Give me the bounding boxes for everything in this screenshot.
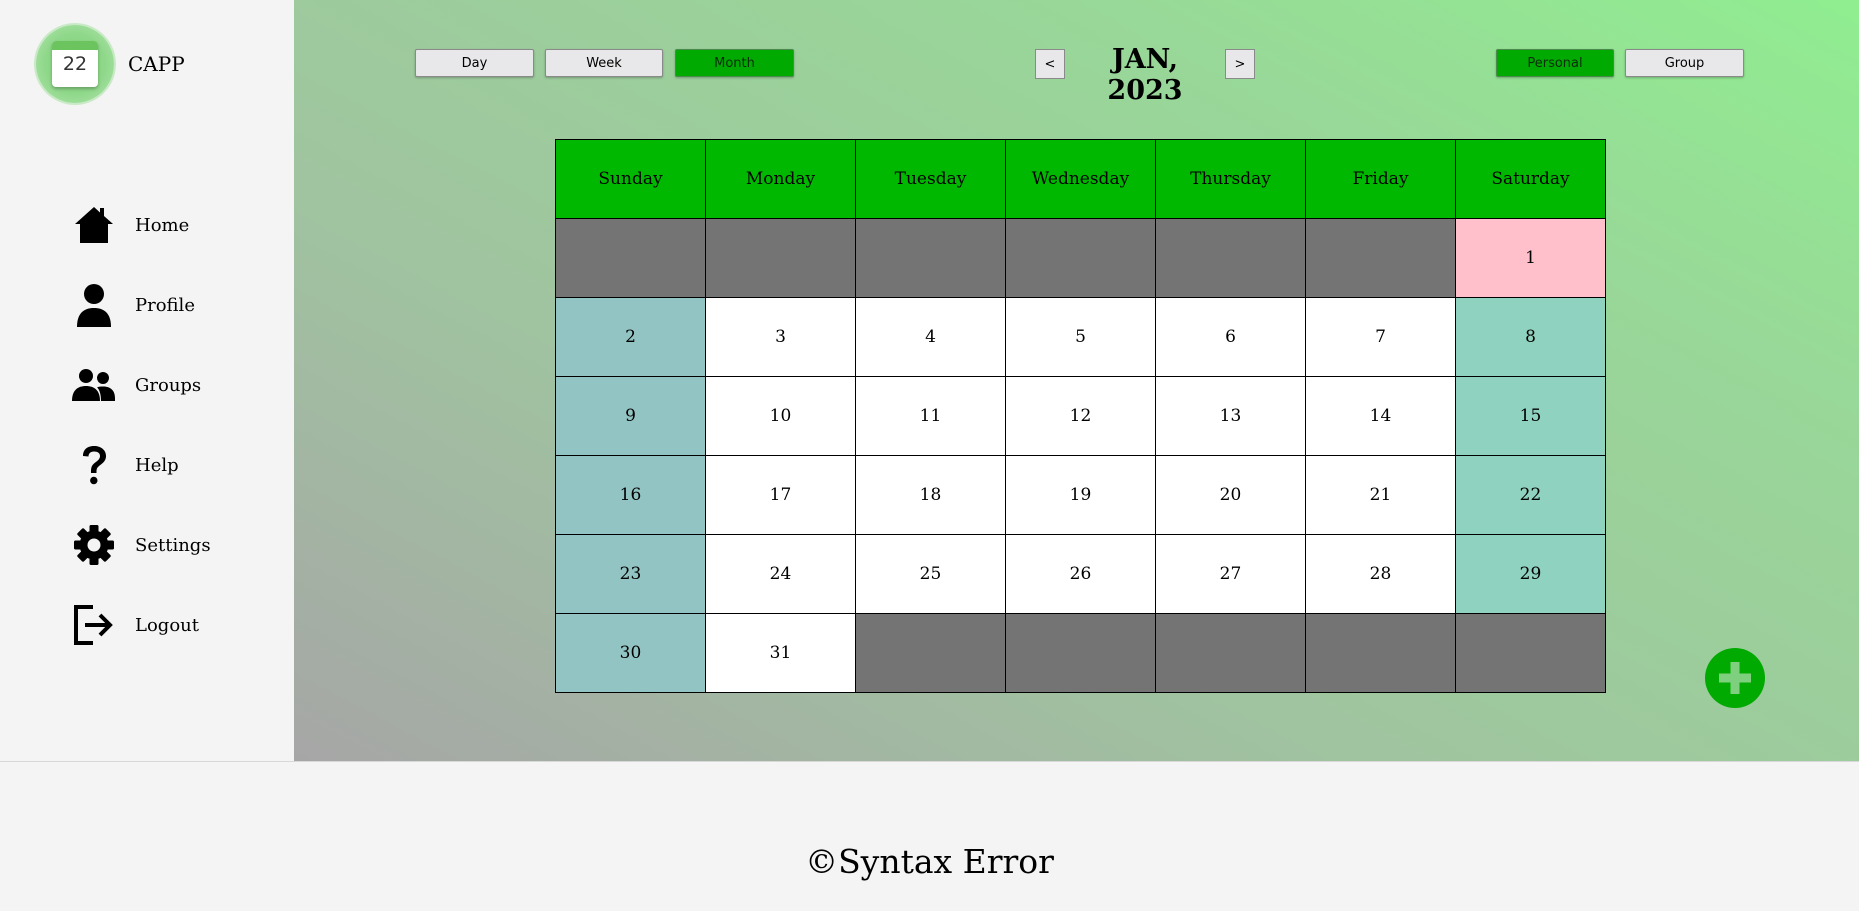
next-month-button[interactable]: > — [1225, 49, 1255, 79]
footer: ©Syntax Error — [0, 761, 1859, 911]
logo-day-number: 22 — [62, 53, 88, 75]
calendar-day-cell[interactable]: 24 — [705, 534, 856, 614]
calendar-empty-cell — [1005, 218, 1156, 298]
add-event-button[interactable] — [1705, 648, 1765, 708]
calendar-day-cell[interactable]: 29 — [1455, 534, 1606, 614]
view-week-button[interactable]: Week — [545, 49, 663, 77]
calendar-day-cell[interactable]: 5 — [1005, 297, 1156, 377]
calendar-day-cell[interactable]: 17 — [705, 455, 856, 535]
calendar-empty-cell — [1005, 613, 1156, 693]
calendar-week-row: 2345678 — [555, 297, 1606, 377]
calendar-day-cell[interactable]: 14 — [1305, 376, 1456, 456]
personal-calendar-button[interactable]: Personal — [1496, 49, 1614, 77]
calendar-week-row: 23 24 25 26 27 28 29 — [555, 534, 1606, 614]
calendar-week-row: 9 10 11 12 13 14 15 — [555, 376, 1606, 456]
calendar-day-cell[interactable]: 15 — [1455, 376, 1606, 456]
weekday-header-row: Sunday Monday Tuesday Wednesday Thursday Frid… — [555, 139, 1606, 219]
calendar-empty-cell — [555, 218, 706, 298]
calendar-day-cell[interactable]: 21 — [1305, 455, 1456, 535]
sidebar-item-home[interactable]: Home — [72, 185, 211, 265]
calendar-day-cell[interactable]: 12 — [1005, 376, 1156, 456]
sidebar-item-logout[interactable]: Logout — [72, 585, 211, 665]
view-day-button[interactable]: Day — [415, 49, 534, 77]
calendar-day-cell[interactable]: 3 — [705, 297, 856, 377]
calendar-body: 1 2 3 4 5 6 7 8 9 10 11 12 13 14 15 16 17 18 19 20 21 22 23 24 2… — [555, 218, 1606, 693]
calendar-empty-cell — [705, 218, 856, 298]
user-icon — [72, 283, 116, 327]
calendar-day-cell[interactable]: 22 — [1455, 455, 1606, 535]
sidebar: 22 CAPP Home Profile Groups Help Setting… — [0, 0, 294, 761]
app-logo[interactable]: 22 CAPP — [36, 25, 185, 103]
home-icon — [72, 203, 116, 247]
sidebar-item-label: Settings — [135, 534, 211, 556]
calendar-week-row: 30 31 — [555, 613, 1606, 693]
calendar-day-cell[interactable]: 20 — [1155, 455, 1306, 535]
plus-icon — [1719, 662, 1751, 694]
copyright-symbol: © — [805, 842, 839, 881]
calendar-day-cell[interactable]: 9 — [555, 376, 706, 456]
calendar-day-cell[interactable]: 11 — [855, 376, 1006, 456]
calendar-day-cell[interactable]: 16 — [555, 455, 706, 535]
calendar-day-cell[interactable]: 28 — [1305, 534, 1456, 614]
sidebar-item-groups[interactable]: Groups — [72, 345, 211, 425]
sidebar-item-label: Home — [135, 214, 190, 236]
calendar-empty-cell — [855, 218, 1006, 298]
weekday-header-wednesday: Wednesday — [1005, 139, 1156, 219]
sidebar-nav: Home Profile Groups Help Settings Logout — [72, 185, 211, 665]
calendar-day-cell[interactable]: 27 — [1155, 534, 1306, 614]
group-calendar-button[interactable]: Group — [1625, 49, 1744, 77]
sidebar-item-label: Logout — [135, 614, 199, 636]
calendar-logo-icon: 22 — [36, 25, 114, 103]
calendar-day-cell[interactable]: 13 — [1155, 376, 1306, 456]
weekday-header-saturday: Saturday — [1455, 139, 1606, 219]
calendar-week-row: 1 — [555, 218, 1606, 298]
calendar-day-cell[interactable]: 8 — [1455, 297, 1606, 377]
calendar-day-cell[interactable]: 2 — [555, 297, 706, 377]
calendar-day-cell[interactable]: 19 — [1005, 455, 1156, 535]
logout-icon — [72, 603, 116, 647]
calendar-empty-cell — [1155, 218, 1306, 298]
calendar-empty-cell — [1305, 218, 1456, 298]
app-name: CAPP — [128, 52, 185, 76]
help-icon — [72, 443, 116, 487]
sidebar-item-help[interactable]: Help — [72, 425, 211, 505]
calendar-day-cell[interactable]: 7 — [1305, 297, 1456, 377]
calendar-day-cell[interactable]: 25 — [855, 534, 1006, 614]
weekday-header-thursday: Thursday — [1155, 139, 1306, 219]
calendar-empty-cell — [855, 613, 1006, 693]
month-calendar: Sunday Monday Tuesday Wednesday Thursday Frid… — [555, 139, 1606, 693]
weekday-header-tuesday: Tuesday — [855, 139, 1006, 219]
calendar-day-cell[interactable]: 26 — [1005, 534, 1156, 614]
groups-icon — [72, 363, 116, 407]
month-title: JAN, 2023 — [1107, 44, 1183, 106]
gear-icon — [72, 523, 116, 567]
sidebar-item-profile[interactable]: Profile — [72, 265, 211, 345]
prev-month-button[interactable]: < — [1035, 49, 1065, 79]
calendar-day-cell[interactable]: 4 — [855, 297, 1006, 377]
sidebar-item-label: Profile — [135, 294, 195, 316]
sidebar-item-settings[interactable]: Settings — [72, 505, 211, 585]
calendar-empty-cell — [1455, 613, 1606, 693]
calendar-empty-cell — [1155, 613, 1306, 693]
calendar-day-cell[interactable]: 23 — [555, 534, 706, 614]
calendar-day-cell[interactable]: 1 — [1455, 218, 1606, 298]
view-month-button[interactable]: Month — [675, 49, 794, 77]
weekday-header-sunday: Sunday — [555, 139, 706, 219]
sidebar-item-label: Help — [135, 454, 179, 476]
weekday-header-friday: Friday — [1305, 139, 1456, 219]
sidebar-item-label: Groups — [135, 374, 202, 396]
calendar-day-cell[interactable]: 6 — [1155, 297, 1306, 377]
calendar-day-cell[interactable]: 18 — [855, 455, 1006, 535]
copyright-text: ©Syntax Error — [0, 842, 1859, 881]
calendar-day-cell[interactable]: 10 — [705, 376, 856, 456]
calendar-day-cell[interactable]: 30 — [555, 613, 706, 693]
copyright-owner: Syntax Error — [838, 842, 1054, 881]
calendar-empty-cell — [1305, 613, 1456, 693]
calendar-week-row: 16 17 18 19 20 21 22 — [555, 455, 1606, 535]
calendar-day-cell[interactable]: 31 — [705, 613, 856, 693]
weekday-header-monday: Monday — [705, 139, 856, 219]
